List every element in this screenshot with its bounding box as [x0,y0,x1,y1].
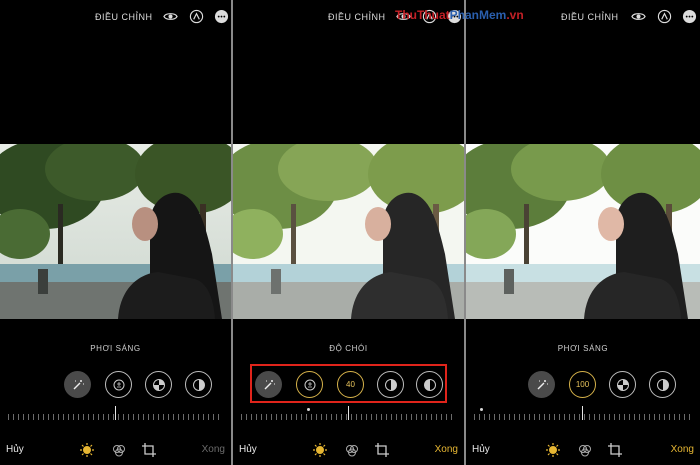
adjustment-label: ĐỘ CHÓI [329,344,368,353]
done-button[interactable]: Xong [671,444,694,455]
editor-panel-2: ĐIỀU CHỈNH ĐỘ CHÓI 40 Hủy Xong [233,0,464,465]
adjust-dial-icon[interactable] [80,443,94,457]
auto-enhance-button[interactable] [528,371,555,398]
slider-indicator [115,406,117,420]
brilliance-icon [616,378,629,391]
photo-image [466,144,700,319]
slider-indicator [582,406,584,420]
editor-panel-1: ĐIỀU CHỈNH PHƠI SÁNG Hủy Xong [0,0,231,465]
magic-wand-icon [73,379,84,389]
watermark-part2: PhanMem [449,8,507,22]
watermark-part3: .vn [506,8,524,22]
bottom-bar: Hủy Xong [466,440,700,462]
adjust-dial-icon[interactable] [313,443,327,457]
exposure-button[interactable] [105,371,132,398]
adjust-dial-icon[interactable] [546,443,560,457]
markup-icon[interactable] [189,9,204,24]
brilliance-icon [152,378,165,391]
more-icon[interactable] [682,9,697,24]
adjustment-label: PHƠI SÁNG [90,344,141,353]
highlights-button[interactable] [185,371,212,398]
crop-icon[interactable] [375,443,389,457]
bottom-bar: Hủy Xong [0,440,231,462]
slider-origin-dot [480,408,483,411]
cancel-button[interactable]: Hủy [472,444,490,455]
page-title: ĐIỀU CHỈNH [561,12,619,22]
eye-icon[interactable] [163,9,178,24]
photo-preview [466,144,700,319]
brilliance-button[interactable] [145,371,172,398]
adjustment-slider[interactable] [474,406,692,422]
magic-wand-icon [537,379,548,389]
page-title: ĐIỀU CHỈNH [328,12,386,22]
photo-image [233,144,464,319]
exposure-icon [113,379,124,390]
top-bar: ĐIỀU CHỈNH [0,0,231,34]
crop-icon[interactable] [608,443,622,457]
done-button[interactable]: Xong [202,444,225,455]
cancel-button[interactable]: Hủy [6,444,24,455]
markup-icon[interactable] [657,9,672,24]
slider-indicator [348,406,350,420]
filters-icon[interactable] [345,443,359,457]
watermark-logo: ThuThuatPhanMem.vn [395,8,524,22]
auto-enhance-button[interactable] [64,371,91,398]
photo-image [0,144,231,319]
photo-preview [0,144,231,319]
brilliance-button[interactable] [609,371,636,398]
editor-panel-3: ĐIỀU CHỈNH PHƠI SÁNG 100 Hủy Xong [466,0,700,465]
more-icon[interactable] [214,9,229,24]
adjustment-label: PHƠI SÁNG [557,344,609,353]
highlight-box [250,364,447,403]
adjustment-slider[interactable] [8,406,223,422]
slider-origin-dot [307,408,310,411]
filters-icon[interactable] [578,443,592,457]
crop-icon[interactable] [142,443,156,457]
done-button[interactable]: Xong [435,444,458,455]
eye-icon[interactable] [631,9,646,24]
photo-preview [233,144,464,319]
cancel-button[interactable]: Hủy [239,444,257,455]
watermark-part1: ThuThuat [395,8,450,22]
highlights-icon [656,378,669,391]
adjustment-slider[interactable] [241,406,456,422]
highlights-icon [192,378,205,391]
exposure-value: 100 [575,380,590,389]
page-title: ĐIỀU CHỈNH [95,12,153,22]
bottom-bar: Hủy Xong [233,440,464,462]
exposure-button[interactable]: 100 [569,371,596,398]
filters-icon[interactable] [112,443,126,457]
highlights-button[interactable] [649,371,676,398]
